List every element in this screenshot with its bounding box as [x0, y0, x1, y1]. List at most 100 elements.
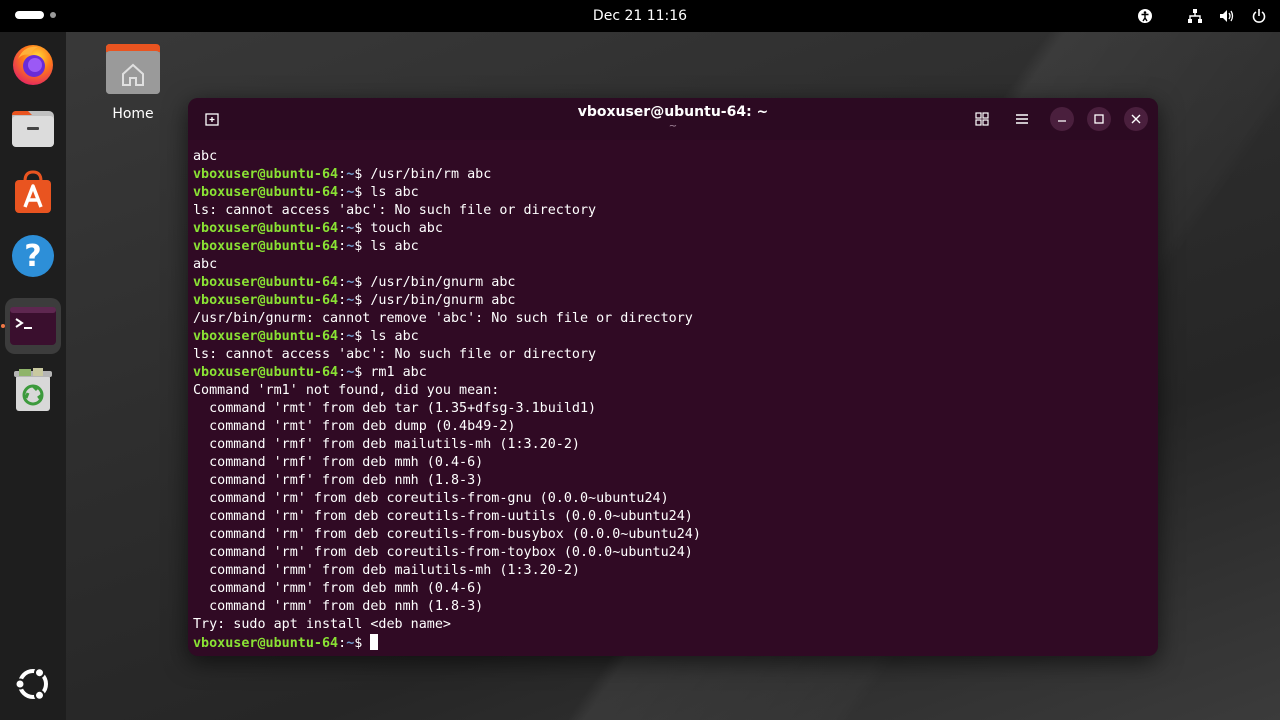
- prompt-separator: :: [338, 293, 347, 308]
- prompt-line: vboxuser@ubuntu-64:~$ ls abc: [193, 328, 1148, 346]
- command-text: ls abc: [370, 185, 419, 200]
- menu-button[interactable]: [1010, 107, 1034, 131]
- text-cursor: [370, 634, 379, 650]
- tab-overview-button[interactable]: [970, 107, 994, 131]
- workspace-indicator-active: [15, 11, 44, 19]
- prompt-separator: :: [338, 239, 347, 254]
- output-text: command 'rmf' from deb mmh (0.4-6): [193, 455, 484, 470]
- show-apps-button[interactable]: [5, 656, 61, 712]
- close-button[interactable]: [1124, 107, 1148, 131]
- prompt-separator: :: [338, 329, 347, 344]
- output-line: abc: [193, 256, 1148, 274]
- output-line: command 'rmf' from deb mailutils-mh (1:3…: [193, 436, 1148, 454]
- ubuntu-logo-icon: [14, 667, 48, 701]
- workspace-indicator: [50, 12, 56, 18]
- power-icon[interactable]: [1250, 7, 1268, 25]
- system-tray[interactable]: [1122, 7, 1268, 25]
- top-bar: Dec 21 11:16: [0, 0, 1280, 32]
- command-text: ls abc: [370, 239, 419, 254]
- output-text: command 'rmm' from deb mailutils-mh (1:3…: [193, 563, 580, 578]
- volume-icon[interactable]: [1218, 7, 1236, 25]
- output-text: /usr/bin/gnurm: cannot remove 'abc': No …: [193, 311, 693, 326]
- desktop-home-folder[interactable]: Home: [100, 42, 166, 122]
- prompt-separator: :: [338, 365, 347, 380]
- output-text: command 'rmm' from deb mmh (0.4-6): [193, 581, 484, 596]
- help-icon: ?: [12, 235, 54, 277]
- output-line: Command 'rm1' not found, did you mean:: [193, 382, 1148, 400]
- prompt-separator: :: [338, 275, 347, 290]
- output-line: Try: sudo apt install <deb name>: [193, 616, 1148, 634]
- prompt-symbol: $: [354, 221, 371, 236]
- output-line: ls: cannot access 'abc': No such file or…: [193, 346, 1148, 364]
- minimize-icon: [1058, 120, 1066, 122]
- prompt-symbol: $: [354, 365, 371, 380]
- output-text: command 'rmf' from deb mailutils-mh (1:3…: [193, 437, 580, 452]
- dock-app-center[interactable]: [5, 164, 61, 220]
- output-text: abc: [193, 257, 218, 272]
- command-text: rm1 abc: [370, 365, 427, 380]
- trash-icon: [14, 368, 52, 411]
- prompt-user: vboxuser@ubuntu-64: [193, 167, 339, 182]
- prompt-user: vboxuser@ubuntu-64: [193, 239, 339, 254]
- prompt-user: vboxuser@ubuntu-64: [193, 636, 339, 651]
- prompt-user: vboxuser@ubuntu-64: [193, 221, 339, 236]
- output-line: /usr/bin/gnurm: cannot remove 'abc': No …: [193, 310, 1148, 328]
- prompt-user: vboxuser@ubuntu-64: [193, 275, 339, 290]
- terminal-titlebar[interactable]: vboxuser@ubuntu-64: ~ ~: [188, 98, 1158, 140]
- prompt-line: vboxuser@ubuntu-64:~$: [193, 634, 1148, 652]
- output-line: command 'rmm' from deb nmh (1.8-3): [193, 598, 1148, 616]
- output-line: command 'rmm' from deb mmh (0.4-6): [193, 580, 1148, 598]
- output-text: ls: cannot access 'abc': No such file or…: [193, 347, 597, 362]
- dock: ?: [0, 32, 66, 720]
- output-line: abc: [193, 148, 1148, 166]
- output-line: command 'rm' from deb coreutils-from-toy…: [193, 544, 1148, 562]
- prompt-symbol: $: [354, 293, 371, 308]
- output-line: command 'rmf' from deb mmh (0.4-6): [193, 454, 1148, 472]
- dock-files[interactable]: [5, 100, 61, 156]
- hamburger-menu-icon: [1016, 114, 1028, 124]
- clock[interactable]: Dec 21 11:16: [593, 8, 687, 24]
- activities-button[interactable]: [15, 11, 56, 19]
- prompt-user: vboxuser@ubuntu-64: [193, 185, 339, 200]
- prompt-line: vboxuser@ubuntu-64:~$ /usr/bin/gnurm abc: [193, 292, 1148, 310]
- prompt-line: vboxuser@ubuntu-64:~$ ls abc: [193, 184, 1148, 202]
- prompt-line: vboxuser@ubuntu-64:~$ rm1 abc: [193, 364, 1148, 382]
- dock-help[interactable]: ?: [5, 228, 61, 284]
- command-text: /usr/bin/gnurm abc: [370, 275, 516, 290]
- prompt-user: vboxuser@ubuntu-64: [193, 365, 339, 380]
- prompt-line: vboxuser@ubuntu-64:~$ /usr/bin/rm abc: [193, 166, 1148, 184]
- command-text: ls abc: [370, 329, 419, 344]
- app-center-icon: [15, 170, 51, 213]
- firefox-icon: [13, 45, 53, 85]
- output-text: command 'rm' from deb coreutils-from-bus…: [193, 527, 701, 542]
- prompt-symbol: $: [354, 329, 371, 344]
- output-text: command 'rm' from deb coreutils-from-toy…: [193, 545, 693, 560]
- dock-terminal[interactable]: [1, 298, 61, 354]
- network-icon[interactable]: [1186, 7, 1204, 25]
- terminal-icon: [10, 307, 56, 345]
- prompt-separator: :: [338, 636, 347, 651]
- command-text: /usr/bin/gnurm abc: [370, 293, 516, 308]
- dock-firefox[interactable]: [5, 36, 61, 92]
- terminal-output[interactable]: abc vboxuser@ubuntu-64:~$ /usr/bin/rm abc…: [193, 148, 1148, 652]
- output-text: Try: sudo apt install <deb name>: [193, 617, 451, 632]
- dock-trash[interactable]: [5, 362, 61, 418]
- command-text: touch abc: [370, 221, 443, 236]
- prompt-symbol: $: [354, 185, 371, 200]
- terminal-window[interactable]: vboxuser@ubuntu-64: ~ ~ abc vboxuser@ubun…: [188, 98, 1158, 656]
- accessibility-icon[interactable]: [1136, 7, 1154, 25]
- output-line: command 'rmt' from deb dump (0.4b49-2): [193, 418, 1148, 436]
- maximize-button[interactable]: [1087, 107, 1111, 131]
- prompt-line: vboxuser@ubuntu-64:~$ ls abc: [193, 238, 1148, 256]
- prompt-separator: :: [338, 185, 347, 200]
- output-line: ls: cannot access 'abc': No such file or…: [193, 202, 1148, 220]
- maximize-icon: [1094, 114, 1104, 124]
- output-text: command 'rmt' from deb tar (1.35+dfsg-3.…: [193, 401, 597, 416]
- new-tab-button[interactable]: [200, 107, 224, 131]
- prompt-line: vboxuser@ubuntu-64:~$ touch abc: [193, 220, 1148, 238]
- output-text: abc: [193, 149, 218, 164]
- output-line: command 'rmf' from deb nmh (1.8-3): [193, 472, 1148, 490]
- output-text: command 'rm' from deb coreutils-from-gnu…: [193, 491, 669, 506]
- output-line: command 'rmm' from deb mailutils-mh (1:3…: [193, 562, 1148, 580]
- minimize-button[interactable]: [1050, 107, 1074, 131]
